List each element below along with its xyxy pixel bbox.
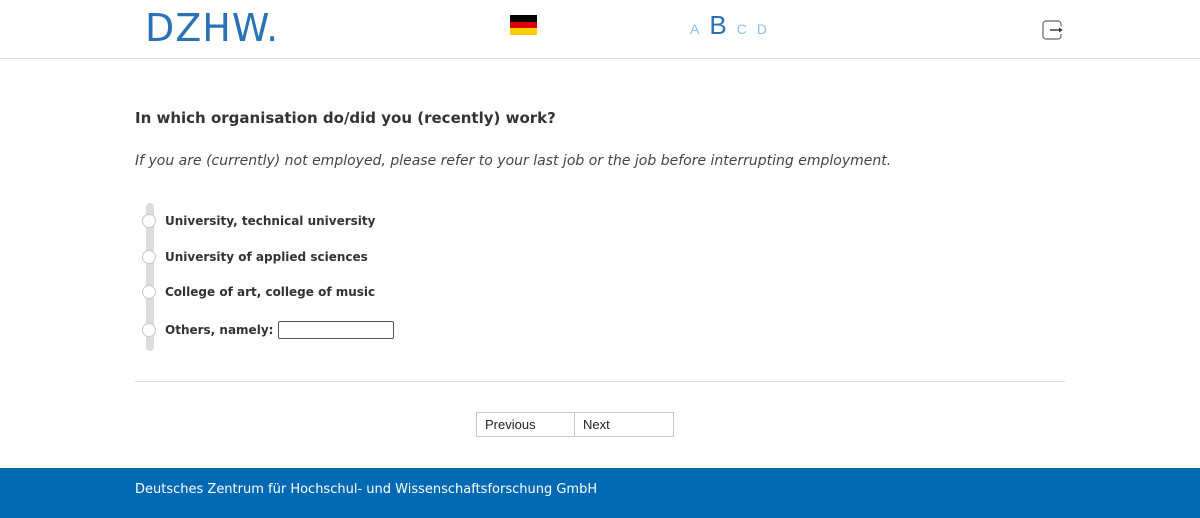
option-university[interactable]: University, technical university	[142, 211, 375, 231]
radio-art-music[interactable]	[142, 285, 156, 299]
navigation-buttons: Previous Next	[476, 412, 674, 437]
logout-icon[interactable]	[1042, 20, 1064, 40]
font-size-switch: A B C D	[690, 10, 767, 44]
radio-applied-sciences[interactable]	[142, 250, 156, 264]
option-label: University, technical university	[165, 214, 376, 228]
divider	[135, 381, 1065, 382]
flag-stripe-black	[510, 15, 537, 22]
logo-text: DZHW.	[145, 6, 280, 50]
option-label: College of art, college of music	[165, 285, 376, 299]
radio-university[interactable]	[142, 214, 156, 228]
option-label: Others, namely:	[165, 323, 274, 337]
dzhw-logo: DZHW.	[145, 8, 279, 48]
option-applied-sciences[interactable]: University of applied sciences	[142, 247, 368, 267]
footer: Deutsches Zentrum für Hochschul- und Wis…	[0, 468, 1200, 518]
flag-stripe-red	[510, 21, 537, 29]
question-instruction: If you are (currently) not employed, ple…	[135, 153, 892, 169]
option-others[interactable]: Others, namely:	[142, 320, 395, 340]
header: DZHW. A B C D	[0, 0, 1200, 59]
switch-d[interactable]: D	[757, 14, 767, 44]
others-text-input[interactable]	[278, 321, 395, 339]
switch-c[interactable]: C	[737, 14, 747, 44]
next-button[interactable]: Next	[575, 412, 674, 437]
previous-button[interactable]: Previous	[476, 412, 575, 437]
answer-options: University, technical university Univers…	[135, 203, 535, 351]
radio-others[interactable]	[142, 323, 156, 337]
flag-stripe-gold	[510, 28, 537, 35]
option-label: University of applied sciences	[165, 250, 368, 264]
german-flag-icon[interactable]	[510, 15, 537, 35]
switch-b[interactable]: B	[709, 10, 726, 40]
option-art-music[interactable]: College of art, college of music	[142, 282, 375, 302]
switch-a[interactable]: A	[690, 14, 699, 44]
footer-text: Deutsches Zentrum für Hochschul- und Wis…	[135, 482, 598, 497]
question-title: In which organisation do/did you (recent…	[135, 109, 556, 127]
